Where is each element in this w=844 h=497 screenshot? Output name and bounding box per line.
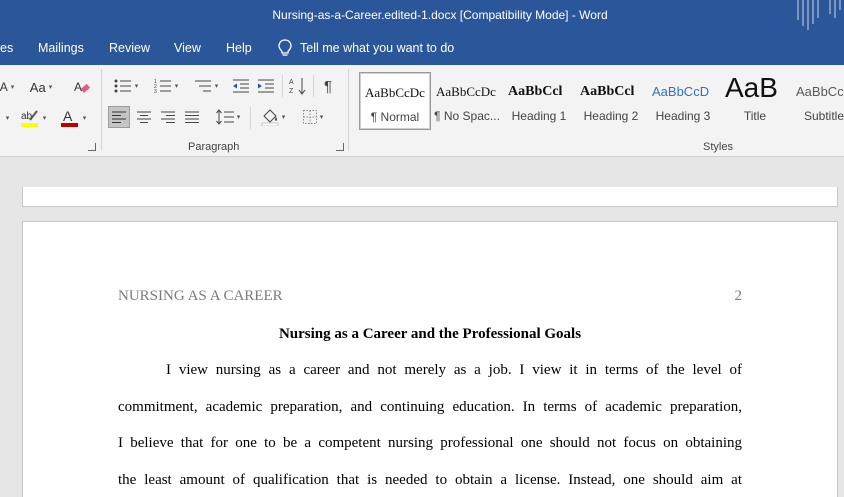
svg-text:A: A <box>74 80 82 94</box>
style-name: Subtitle <box>804 109 844 123</box>
tab-review[interactable]: Review <box>109 41 150 55</box>
increase-indent-button[interactable] <box>255 76 277 96</box>
style-no-spacing[interactable]: AaBbCcDc ¶ No Spac... <box>431 72 503 130</box>
decrease-indent-icon <box>233 79 249 93</box>
tell-me-search[interactable]: Tell me what you want to do <box>278 39 454 57</box>
multilevel-list-button[interactable]: ▾ <box>188 76 224 96</box>
style-title[interactable]: AaB Title <box>719 72 791 130</box>
styles-gallery: AaBbCcDc ¶ Normal AaBbCcDc ¶ No Spac... … <box>358 71 844 133</box>
ribbon-separator <box>348 69 349 151</box>
show-hide-marks-button[interactable]: ¶ <box>318 76 338 96</box>
paragraph-group-label: Paragraph <box>188 141 240 153</box>
style-sample: AaBbCc <box>796 84 844 99</box>
increase-indent-icon <box>258 79 274 93</box>
decrease-indent-button[interactable] <box>230 76 252 96</box>
style-heading-3[interactable]: AaBbCcD Heading 3 <box>647 72 719 130</box>
style-sample: AaBbCcl <box>508 84 563 99</box>
multilevel-list-icon <box>194 80 211 92</box>
paragraph-dialog-launcher[interactable] <box>336 143 344 151</box>
style-name: Heading 1 <box>511 109 567 123</box>
ribbon-separator <box>282 75 283 97</box>
style-normal[interactable]: AaBbCcDc ¶ Normal <box>359 72 431 130</box>
align-center-icon <box>137 111 151 123</box>
highlight-color-button[interactable]: ab ▾ <box>16 107 50 129</box>
styles-group-label: Styles <box>703 141 733 153</box>
numbering-icon: 1 2 3 <box>154 79 171 94</box>
bullets-button[interactable]: ▾ <box>108 76 144 96</box>
ribbon-separator <box>101 69 102 151</box>
document-page[interactable]: NURSING AS A CAREER 2 Nursing as a Caree… <box>22 221 838 497</box>
document-title: Nursing-as-a-Career.edited-1.docx [Compa… <box>272 8 608 22</box>
style-name: Title <box>743 109 767 123</box>
tab-help[interactable]: Help <box>226 41 252 55</box>
text-effects-dropdown[interactable]: ▾ <box>0 109 12 127</box>
style-name: Heading 3 <box>655 109 711 123</box>
svg-text:3: 3 <box>154 89 157 94</box>
svg-text:A: A <box>289 79 294 86</box>
document-heading: Nursing as a Career and the Professional… <box>278 326 582 342</box>
align-right-icon <box>161 111 175 123</box>
running-head: NURSING AS A CAREER <box>118 288 283 304</box>
bullets-icon <box>114 79 131 93</box>
align-left-button[interactable] <box>108 106 130 128</box>
ribbon-separator <box>313 75 314 97</box>
tab-view[interactable]: View <box>174 41 201 55</box>
ribbon-tabs: es Mailings Review View Help Tell me wha… <box>0 33 844 65</box>
style-sample: AaBbCcDc <box>365 85 425 100</box>
font-color-icon: A <box>60 108 78 127</box>
line-spacing-button[interactable]: ▾ <box>211 106 245 128</box>
body-text-line: the least amount of qualification that i… <box>118 472 742 488</box>
style-sample: AaBbCcDc <box>436 84 496 99</box>
line-spacing-icon <box>215 109 234 125</box>
style-subtitle[interactable]: AaBbCc Subtitle <box>791 72 844 130</box>
justify-icon <box>185 111 199 123</box>
pilcrow-icon: ¶ <box>323 77 333 95</box>
style-name: ¶ No Spac... <box>434 109 500 123</box>
tab-mailings[interactable]: Mailings <box>38 41 84 55</box>
body-text-line: I believe that for one to be a competent… <box>118 435 742 451</box>
change-case-label: Aa <box>29 79 46 95</box>
font-size-button[interactable]: A ▾ <box>0 79 14 95</box>
style-heading-1[interactable]: AaBbCcl Heading 1 <box>503 72 575 130</box>
style-name: ¶ Normal <box>370 110 420 124</box>
title-bar: Nursing-as-a-Career.edited-1.docx [Compa… <box>0 0 844 33</box>
tab-references-partial[interactable]: es <box>0 41 13 55</box>
lightbulb-icon <box>278 39 292 56</box>
paint-bucket-icon <box>261 109 278 126</box>
font-color-button[interactable]: A ▾ <box>56 107 90 129</box>
account-wave-icon <box>797 0 841 30</box>
svg-text:A: A <box>63 108 73 124</box>
style-sample: AaBbCcl <box>580 84 635 99</box>
previous-page-bottom <box>22 187 838 207</box>
body-text-line: I view nursing as a career and not merel… <box>166 362 742 378</box>
sort-button[interactable]: A Z <box>287 75 309 97</box>
align-center-button[interactable] <box>133 106 155 128</box>
borders-icon <box>302 110 317 124</box>
page-number: 2 <box>734 288 743 304</box>
justify-button[interactable] <box>181 106 203 128</box>
ribbon-separator <box>250 107 251 129</box>
svg-text:Z: Z <box>289 88 294 95</box>
clear-formatting-button[interactable]: A <box>72 77 92 97</box>
align-right-button[interactable] <box>157 106 179 128</box>
sort-icon: A Z <box>289 78 306 95</box>
style-name: Heading 2 <box>583 109 639 123</box>
borders-button[interactable]: ▾ <box>296 106 330 128</box>
tell-me-label: Tell me what you want to do <box>300 41 455 55</box>
numbering-button[interactable]: 1 2 3 ▾ <box>148 76 184 96</box>
style-sample: AaB <box>725 72 778 103</box>
change-case-button[interactable]: Aa ▾ <box>26 78 56 96</box>
style-heading-2[interactable]: AaBbCcl Heading 2 <box>575 72 647 130</box>
highlighter-icon: ab <box>20 110 38 127</box>
body-text-line: commitment, academic preparation, and co… <box>118 399 742 415</box>
shading-button[interactable]: ▾ <box>255 106 291 128</box>
ribbon: A ▾ Aa ▾ A ▾ ab ▾ A ▾ ▾ 1 2 3 ▾ ▾ A Z ¶ … <box>0 65 844 157</box>
align-left-icon <box>112 111 126 123</box>
eraser-icon: A <box>74 80 90 94</box>
font-dialog-launcher[interactable] <box>88 143 96 151</box>
style-sample: AaBbCcD <box>652 84 710 99</box>
